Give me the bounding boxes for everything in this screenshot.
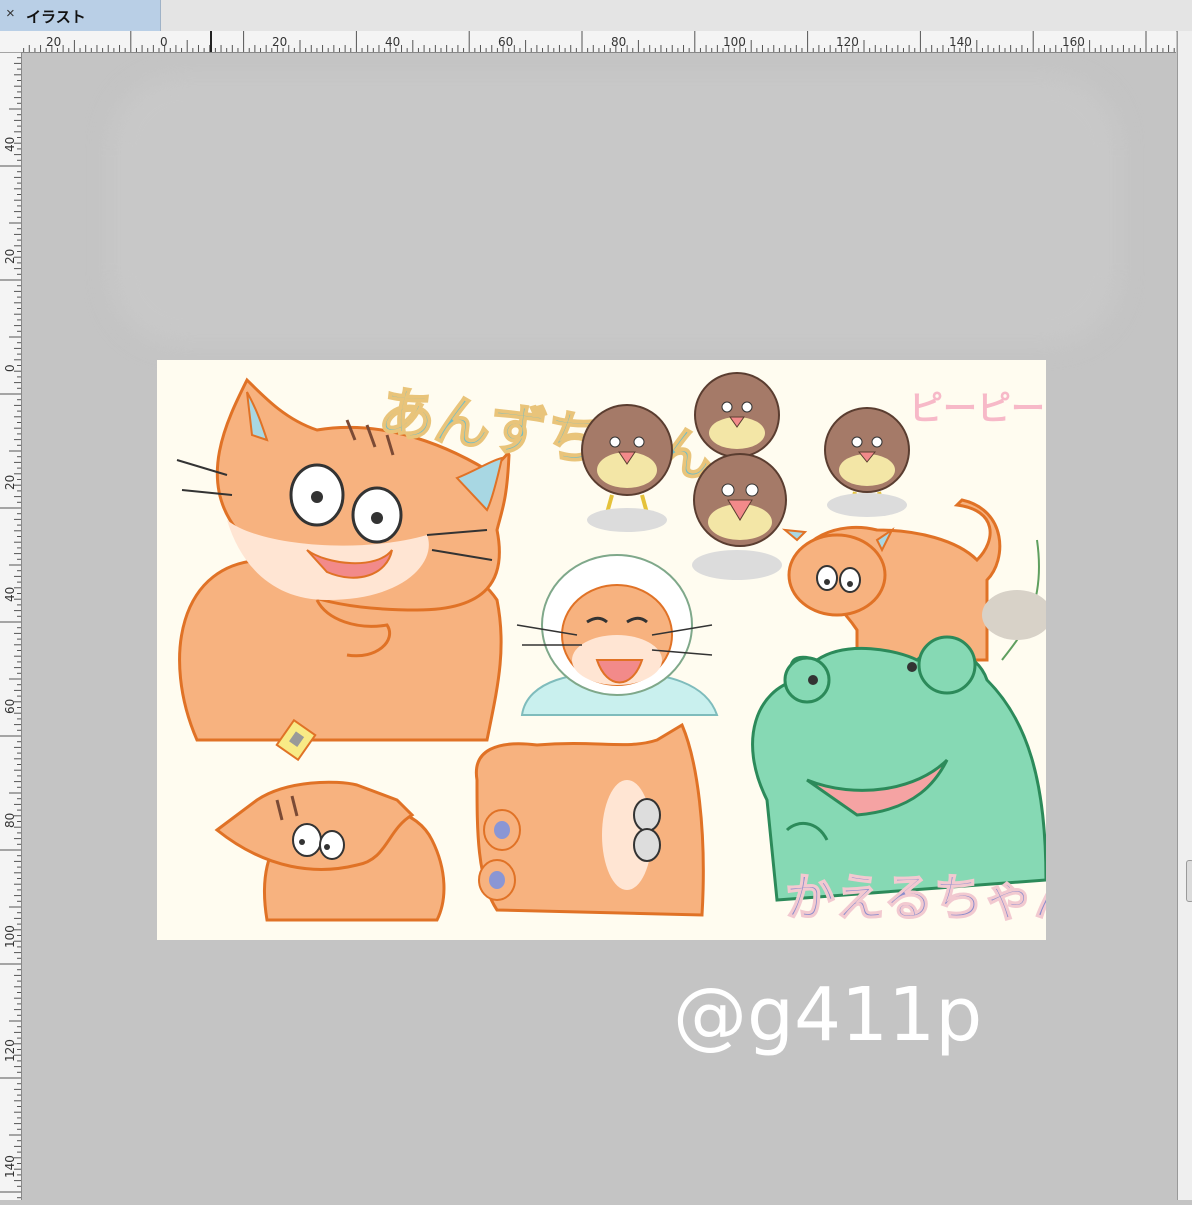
hruler-label: 80: [611, 35, 626, 49]
kaeru-title: かえるちゃん: [785, 869, 1046, 927]
piipii-title: ピーピーちゃん: [909, 389, 1046, 429]
hruler-label: 60: [498, 35, 513, 49]
vruler-label: 100: [3, 925, 17, 948]
hruler-label: 20: [272, 35, 287, 49]
illustration-art: あんずちゃん ピーピー かえるちゃ: [176, 372, 1046, 928]
scroll-handle[interactable]: [1186, 860, 1192, 902]
tab-illust[interactable]: × イラスト: [0, 0, 161, 31]
hruler-label: 160: [1062, 35, 1085, 49]
hruler-label: 40: [385, 35, 400, 49]
vertical-ruler-ticks: 40 20 0 20 40 60 80 100 120 140: [0, 51, 21, 1199]
vruler-label: 20: [3, 475, 17, 490]
document-tab-bar: × イラスト: [0, 0, 1192, 32]
hruler-label: 100: [723, 35, 746, 49]
vruler-label: 140: [3, 1155, 17, 1178]
hruler-label: 20: [46, 35, 61, 49]
signature-text: @g411p: [673, 972, 982, 1058]
vruler-label: 80: [3, 813, 17, 828]
ruler-corner: [0, 31, 23, 53]
hruler-label: 120: [836, 35, 859, 49]
granny-cat: [516, 554, 719, 716]
horizontal-ruler-ticks: 20 0 20 40 60 80 100 120 140 160: [17, 31, 1175, 52]
hruler-label: 0: [160, 35, 168, 49]
close-icon[interactable]: ×: [6, 5, 15, 23]
hruler-label: 140: [949, 35, 972, 49]
canvas-smudge: [110, 75, 1120, 345]
vruler-label: 20: [3, 249, 17, 264]
signature: @g411p: [668, 955, 998, 1065]
vruler-label: 40: [3, 137, 17, 152]
curled-cat: [474, 722, 705, 917]
illustration-canvas[interactable]: あんずちゃん ピーピー かえるちゃ: [157, 360, 1046, 940]
right-scrollbar[interactable]: [1177, 31, 1192, 1200]
crouching-cat: [214, 780, 446, 922]
vruler-label: 60: [3, 699, 17, 714]
frog: [751, 635, 1046, 902]
tab-title: イラスト: [26, 9, 86, 26]
vertical-ruler[interactable]: 40 20 0 20 40 60 80 100 120 140: [0, 51, 22, 1200]
walking-cat: [781, 498, 1046, 662]
vruler-label: 0: [3, 364, 17, 372]
vruler-label: 120: [3, 1039, 17, 1062]
vruler-label: 40: [3, 587, 17, 602]
horizontal-ruler[interactable]: 20 0 20 40 60 80 100 120 140 160: [17, 31, 1176, 53]
